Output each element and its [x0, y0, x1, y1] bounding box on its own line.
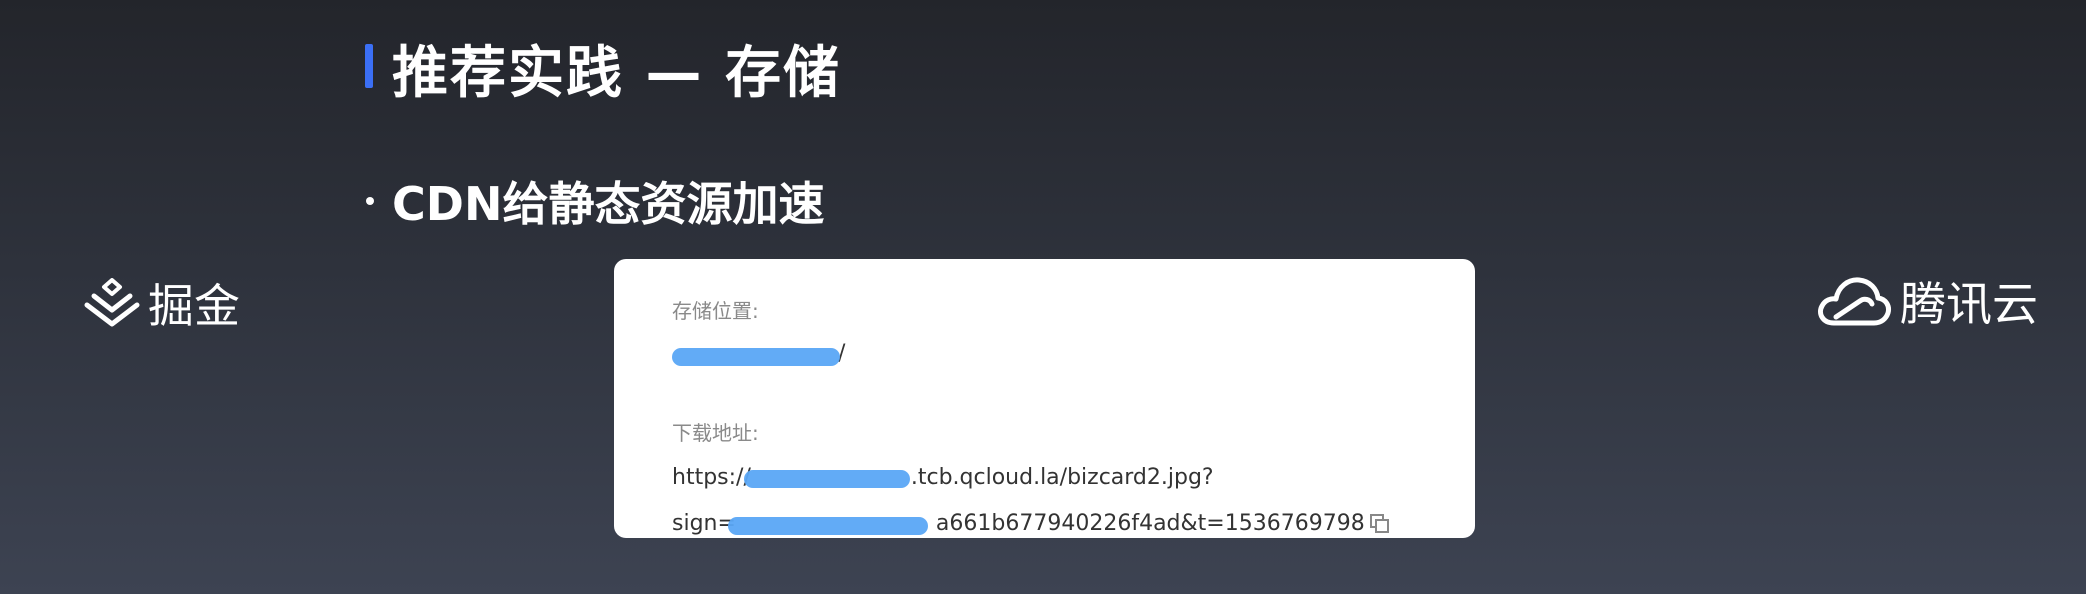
juejin-logo-text: 掘金: [148, 279, 240, 333]
redaction-mark: [672, 348, 840, 366]
juejin-logo: 掘金: [84, 270, 240, 336]
storage-info-card: 存储位置: / 下载地址: https://.tcb.qcloud.la/biz…: [614, 259, 1475, 538]
tencent-cloud-logo-icon: [1818, 277, 1891, 326]
tencent-cloud-logo-text: 腾讯云: [1900, 277, 2038, 331]
url-prefix: https://: [672, 465, 751, 490]
bullet-text: CDN给静态资源加速: [392, 177, 825, 231]
redaction-mark: [744, 470, 910, 488]
sign-suffix: a661b677940226f4ad&t=1536769798: [935, 511, 1365, 536]
copy-icon[interactable]: [1369, 513, 1391, 535]
url-host-suffix: .tcb.qcloud.la/bizcard2.jpg?: [910, 465, 1214, 490]
tencent-cloud-logo: 腾讯云: [1816, 268, 2038, 334]
juejin-logo-icon: [84, 278, 140, 327]
title-accent-bar: [365, 44, 373, 88]
slide-title: 推荐实践 — 存储: [392, 41, 841, 106]
storage-location-label: 存储位置:: [672, 299, 759, 323]
bullet-item: CDN给静态资源加速: [366, 168, 824, 234]
bullet-dot: [366, 197, 374, 205]
redaction-mark: [728, 517, 928, 535]
sign-prefix: sign=: [672, 511, 736, 536]
download-url-label: 下载地址:: [672, 421, 759, 445]
